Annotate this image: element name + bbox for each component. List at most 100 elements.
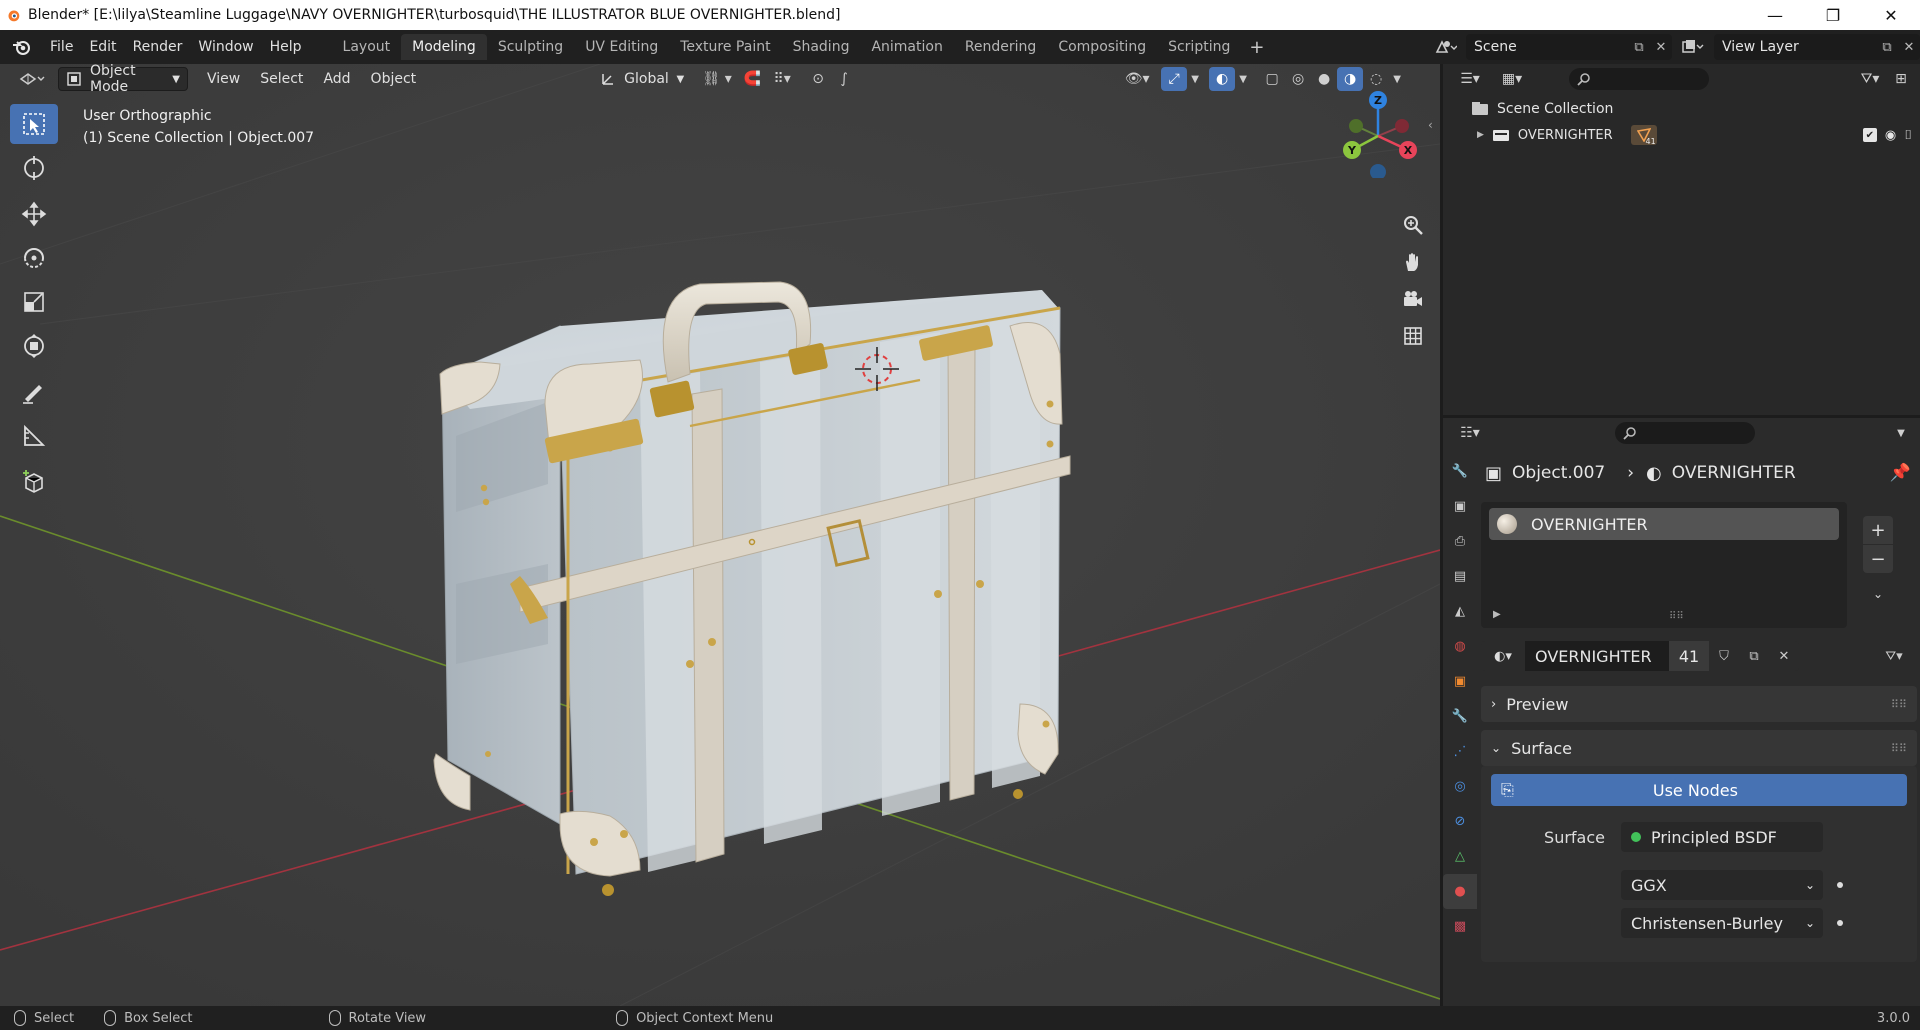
pan-view-button[interactable] — [1398, 247, 1428, 277]
duplicate-material-icon[interactable]: ⧉ — [1739, 641, 1769, 671]
unlink-material-icon[interactable]: ✕ — [1769, 641, 1799, 671]
view-menu[interactable]: View — [200, 67, 247, 91]
view-layer-icon[interactable] — [1676, 35, 1710, 59]
cursor-tool[interactable] — [10, 148, 58, 188]
expand-list-icon[interactable]: ▶ — [1493, 609, 1501, 620]
expand-arrow-icon[interactable]: ▶ — [1477, 130, 1484, 140]
tab-physics[interactable]: ◎ — [1443, 769, 1477, 804]
mesh-count-badge[interactable]: 41 — [1630, 125, 1657, 146]
tab-scripting[interactable]: Scripting — [1157, 34, 1241, 60]
wireframe-shading-icon[interactable]: ◎ — [1285, 67, 1311, 91]
surface-panel-header[interactable]: ⌄ Surface ⠿⠿ — [1481, 730, 1917, 766]
use-nodes-button[interactable]: ⎘ Use Nodes — [1491, 774, 1907, 806]
tab-modifiers[interactable]: 🔧 — [1443, 699, 1477, 734]
overlays-dropdown-icon[interactable]: ▼ — [1235, 67, 1251, 91]
material-slot-row[interactable]: OVERNIGHTER — [1489, 508, 1839, 540]
menu-file[interactable]: File — [42, 35, 81, 59]
add-cube-tool[interactable] — [10, 462, 58, 502]
socket-dot-icon[interactable] — [1837, 882, 1843, 888]
tab-particles[interactable]: ⋰ — [1443, 734, 1477, 769]
tab-texture-paint[interactable]: Texture Paint — [669, 34, 781, 60]
distribution-dropdown[interactable]: GGX ⌄ — [1621, 870, 1823, 900]
outliner-search-input[interactable] — [1569, 68, 1709, 90]
annotate-tool[interactable] — [10, 372, 58, 412]
tab-data[interactable]: △ — [1443, 839, 1477, 874]
remove-material-slot-button[interactable]: − — [1863, 545, 1893, 573]
measure-tool[interactable] — [10, 416, 58, 456]
outliner-row-scene-collection[interactable]: Scene Collection — [1443, 96, 1920, 122]
scene-name[interactable]: Scene — [1466, 39, 1628, 55]
proportional-edit-icon[interactable]: ⊙ — [805, 67, 831, 91]
object-menu[interactable]: Object — [364, 67, 424, 91]
transform-tool[interactable] — [10, 326, 58, 366]
drag-handle-icon[interactable]: ⠿⠿ — [1891, 742, 1907, 755]
copy-scene-icon[interactable]: ⧉ — [1628, 36, 1650, 58]
zoom-view-button[interactable] — [1398, 210, 1428, 240]
blender-logo-icon[interactable] — [10, 37, 34, 57]
outliner-row-overnighter[interactable]: ▶ OVERNIGHTER 41 ✔ ◉ ⌷ — [1443, 122, 1920, 148]
preview-panel-header[interactable]: › Preview ⠿⠿ — [1481, 686, 1917, 722]
tab-output[interactable]: ⎙ — [1443, 524, 1477, 559]
visibility-selectability-icon[interactable]: 👁▾ — [1119, 67, 1155, 91]
xray-toggle-icon[interactable]: ▢ — [1259, 67, 1285, 91]
mode-dropdown[interactable]: Object Mode ▼ — [58, 64, 188, 95]
tab-animation[interactable]: Animation — [860, 34, 953, 60]
add-material-slot-button[interactable]: + — [1863, 516, 1893, 544]
tab-constraints[interactable]: ⊘ — [1443, 804, 1477, 839]
surface-shader-field[interactable]: Principled BSDF — [1621, 822, 1823, 852]
show-gizmo-icon[interactable]: ⤢ — [1161, 67, 1188, 91]
tab-uv-editing[interactable]: UV Editing — [574, 34, 669, 60]
add-menu[interactable]: Add — [316, 67, 357, 91]
copy-view-layer-icon[interactable]: ⧉ — [1876, 36, 1898, 58]
3d-viewport[interactable]: Object Mode ▼ View Select Add Object Glo… — [0, 64, 1440, 1006]
render-camera-icon[interactable]: ⌷ — [1904, 128, 1912, 143]
collapse-sidebar-icon[interactable]: ‹ — [1428, 118, 1433, 132]
tab-rendering[interactable]: Rendering — [954, 34, 1048, 60]
properties-editor-type-icon[interactable]: ☷▾ — [1451, 421, 1489, 445]
snap-target-icon[interactable]: ⠿▾ — [765, 67, 799, 91]
menu-window[interactable]: Window — [190, 35, 261, 59]
tab-texture[interactable]: ▩ — [1443, 909, 1477, 944]
delete-view-layer-icon[interactable]: ✕ — [1898, 36, 1920, 58]
fake-user-icon[interactable]: ⛉ — [1709, 641, 1739, 671]
rotate-tool[interactable] — [10, 238, 58, 278]
eye-icon[interactable]: ◉ — [1885, 128, 1896, 143]
tab-shading[interactable]: Shading — [782, 34, 861, 60]
pivot-point-icon[interactable]: ⛓ ▾ — [697, 67, 737, 91]
falloff-icon[interactable]: ∫ — [831, 67, 857, 91]
navigation-gizmo[interactable]: Z X Y — [1330, 88, 1420, 178]
select-menu[interactable]: Select — [253, 67, 310, 91]
show-overlays-icon[interactable]: ◐ — [1209, 67, 1236, 91]
viewport-scene[interactable] — [0, 64, 1440, 1006]
perspective-toggle-button[interactable] — [1398, 321, 1428, 351]
material-users-count[interactable]: 41 — [1669, 641, 1709, 671]
material-name-field[interactable]: OVERNIGHTER — [1525, 641, 1669, 671]
resize-handle-icon[interactable]: ⠿⠿ — [1669, 611, 1684, 622]
tab-compositing[interactable]: Compositing — [1047, 34, 1157, 60]
close-window-button[interactable]: ✕ — [1862, 0, 1920, 30]
select-box-tool[interactable] — [10, 104, 58, 144]
tab-sculpting[interactable]: Sculpting — [487, 34, 574, 60]
tab-world[interactable]: ◍ — [1443, 629, 1477, 664]
tab-material[interactable]: ● — [1443, 874, 1477, 909]
drag-handle-icon[interactable]: ⠿⠿ — [1891, 698, 1907, 711]
transform-orientation-dropdown[interactable]: Global ▼ — [593, 67, 691, 91]
delete-scene-icon[interactable]: ✕ — [1650, 36, 1672, 58]
browse-material-button[interactable]: ◐▾ — [1481, 641, 1525, 671]
menu-render[interactable]: Render — [125, 35, 191, 59]
material-specials-button[interactable]: ⌄ — [1863, 580, 1893, 608]
material-slot-list[interactable]: OVERNIGHTER ▶ ⠿⠿ — [1481, 502, 1847, 628]
editor-type-icon[interactable] — [12, 67, 52, 91]
tab-object[interactable]: ▣ — [1443, 664, 1477, 699]
menu-help[interactable]: Help — [262, 35, 310, 59]
maximize-button[interactable]: ❐ — [1804, 0, 1862, 30]
tab-render[interactable]: ▣ — [1443, 489, 1477, 524]
properties-options-dropdown-icon[interactable]: ▼ — [1888, 421, 1914, 445]
display-mode-icon[interactable]: ▦▾ — [1493, 67, 1531, 91]
scale-tool[interactable] — [10, 282, 58, 322]
view-layer-selector[interactable]: View Layer ⧉ ✕ — [1714, 34, 1920, 60]
properties-search-input[interactable] — [1615, 422, 1755, 444]
scene-type-icon[interactable] — [1430, 35, 1462, 59]
minimize-button[interactable]: — — [1746, 0, 1804, 30]
filter-icon[interactable]: ⛛▾ — [1852, 67, 1888, 91]
